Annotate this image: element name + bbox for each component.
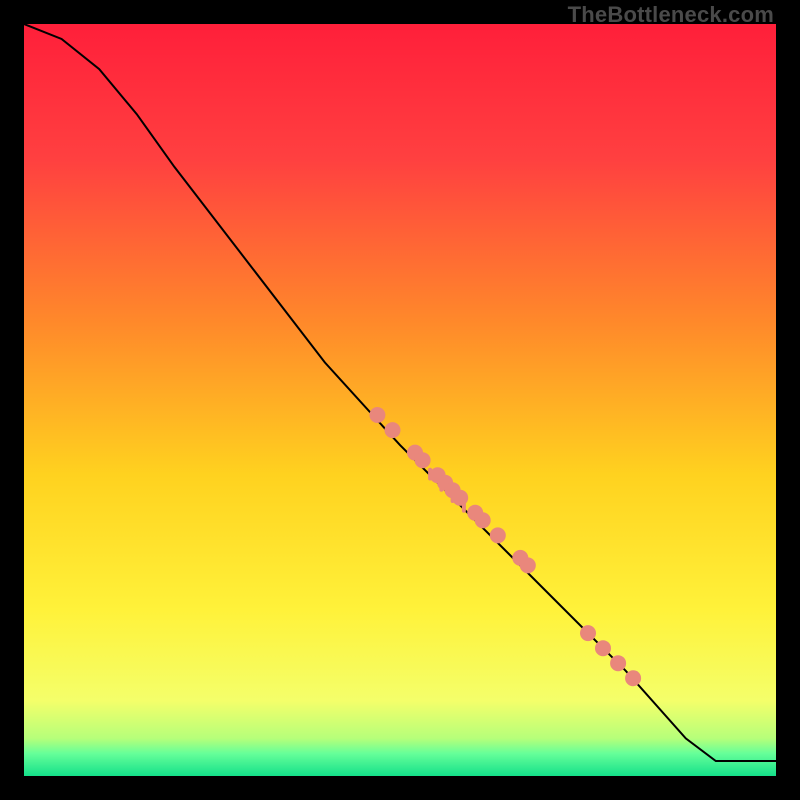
data-point <box>415 452 431 468</box>
watermark-text: TheBottleneck.com <box>568 2 774 28</box>
chart-svg <box>24 24 776 776</box>
chart-plot-area <box>24 24 776 776</box>
data-point <box>610 655 626 671</box>
data-point <box>369 407 385 423</box>
data-point <box>385 422 401 438</box>
data-point <box>625 670 641 686</box>
data-point <box>452 490 468 506</box>
data-point <box>595 640 611 656</box>
gradient-background <box>24 24 776 776</box>
data-point <box>475 512 491 528</box>
data-point <box>580 625 596 641</box>
data-point <box>520 557 536 573</box>
data-point <box>490 527 506 543</box>
